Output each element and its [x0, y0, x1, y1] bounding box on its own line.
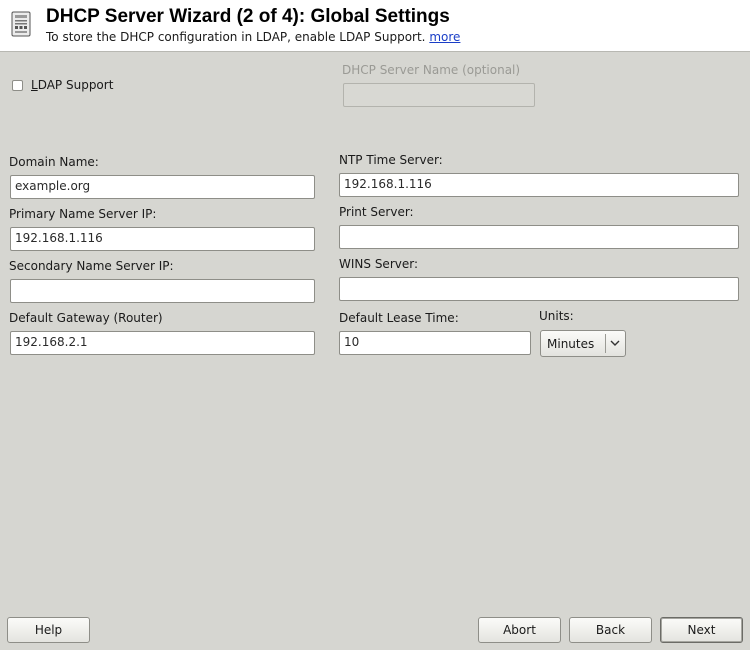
ntp-server-label: NTP Time Server: [339, 153, 443, 167]
wins-server-label: WINS Server: [339, 257, 418, 271]
ldap-support-label[interactable]: LDAP Support [31, 78, 113, 92]
lease-time-label: Default Lease Time: [339, 311, 459, 325]
chevron-down-icon[interactable] [609, 337, 621, 349]
secondary-name-server-label: Secondary Name Server IP: [9, 259, 174, 273]
default-gateway-field[interactable]: 192.168.2.1 [10, 331, 315, 355]
units-selected-value: Minutes [547, 337, 595, 351]
print-server-field[interactable] [339, 225, 739, 249]
lease-time-field[interactable]: 10 [339, 331, 531, 355]
subtitle-text: To store the DHCP configuration in LDAP,… [46, 30, 426, 44]
dhcp-server-name-field [343, 83, 535, 107]
dhcp-server-name-label: DHCP Server Name (optional) [342, 63, 521, 77]
default-gateway-label: Default Gateway (Router) [9, 311, 163, 325]
units-select-divider [605, 334, 606, 353]
wins-server-field[interactable] [339, 277, 739, 301]
page-title: DHCP Server Wizard (2 of 4): Global Sett… [46, 6, 450, 27]
back-button[interactable]: Back [569, 617, 652, 643]
units-select[interactable]: Minutes [540, 330, 626, 357]
more-link[interactable]: more [429, 30, 460, 44]
next-button[interactable]: Next [660, 617, 743, 643]
secondary-name-server-field[interactable] [10, 279, 315, 303]
ldap-support-label-rest: DAP Support [37, 78, 114, 92]
ldap-support-checkbox[interactable] [12, 80, 23, 91]
page-subtitle: To store the DHCP configuration in LDAP,… [46, 30, 460, 44]
abort-button[interactable]: Abort [478, 617, 561, 643]
primary-name-server-label: Primary Name Server IP: [9, 207, 157, 221]
print-server-label: Print Server: [339, 205, 414, 219]
wizard-header: DHCP Server Wizard (2 of 4): Global Sett… [0, 0, 750, 52]
domain-name-field[interactable]: example.org [10, 175, 315, 199]
ldap-support-label-mnemonic: L [31, 78, 38, 92]
domain-name-label: Domain Name: [9, 155, 99, 169]
ntp-server-field[interactable]: 192.168.1.116 [339, 173, 739, 197]
units-label: Units: [539, 309, 574, 323]
server-icon [11, 11, 31, 37]
primary-name-server-field[interactable]: 192.168.1.116 [10, 227, 315, 251]
help-button[interactable]: Help [7, 617, 90, 643]
